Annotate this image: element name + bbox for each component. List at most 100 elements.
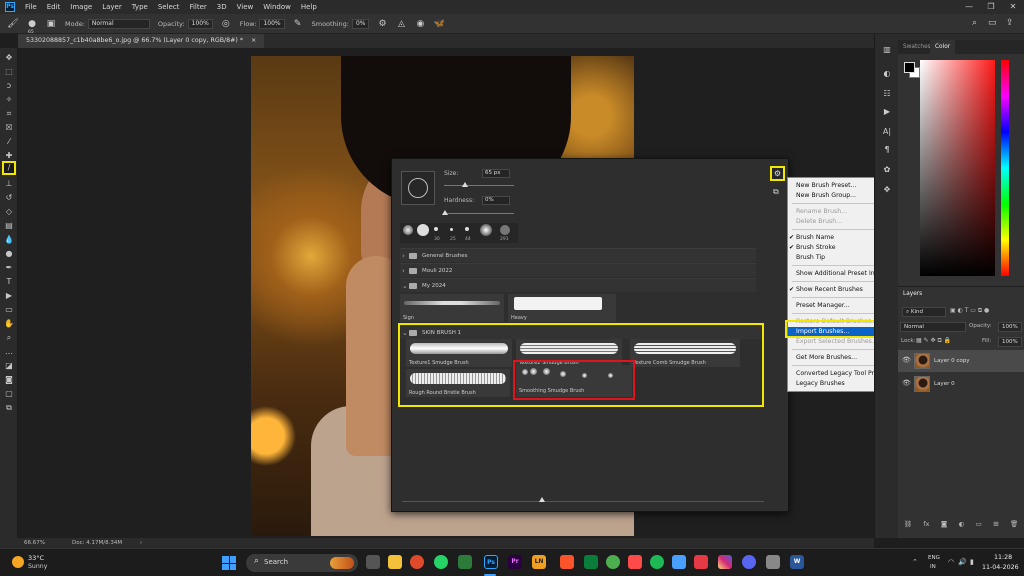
zoom-readout[interactable]: 66.67%: [24, 538, 45, 548]
maximize-button[interactable]: ❐: [980, 0, 1002, 14]
brush-tip-small[interactable]: [434, 227, 438, 231]
brush-tool-icon[interactable]: 🖌: [7, 18, 19, 30]
new-preset-icon[interactable]: ⧉: [773, 187, 779, 197]
size-slider-track[interactable]: [444, 185, 514, 186]
app-icon[interactable]: [766, 555, 780, 569]
menu-file[interactable]: File: [25, 3, 37, 11]
gradient-tool-icon[interactable]: ▤: [3, 220, 15, 232]
weather-description[interactable]: Sunny: [28, 563, 47, 570]
app-icon[interactable]: [458, 555, 472, 569]
photoshop-taskbar-icon[interactable]: Ps: [484, 555, 498, 569]
region-indicator[interactable]: IN: [930, 564, 936, 570]
app-icon[interactable]: [694, 555, 708, 569]
discord-icon[interactable]: [742, 555, 756, 569]
lasso-tool-icon[interactable]: ↄ: [3, 80, 15, 92]
adjustments-icon[interactable]: ◐: [881, 68, 893, 80]
minimize-button[interactable]: —: [958, 0, 980, 14]
pressure-size-icon[interactable]: ◉: [414, 18, 426, 30]
volume-icon[interactable]: 🔊: [958, 558, 967, 566]
link-layers-icon[interactable]: ⛓: [904, 520, 912, 532]
brush-tip-textured[interactable]: [500, 225, 510, 235]
frame-tool-icon[interactable]: ☒: [3, 122, 15, 134]
brush-tip-small[interactable]: [450, 228, 453, 231]
preview-size-slider-track[interactable]: [402, 501, 764, 502]
foreground-color-swatch[interactable]: [904, 62, 915, 73]
menu-edit[interactable]: Edit: [47, 3, 61, 11]
move-tool-icon[interactable]: ✥: [3, 52, 15, 64]
brush-tip-airbrush[interactable]: [480, 224, 492, 236]
airbrush-icon[interactable]: ✎: [292, 18, 304, 30]
flow-field[interactable]: 100%: [259, 18, 285, 29]
properties-icon[interactable]: ☷: [881, 88, 893, 100]
preview-size-slider-knob[interactable]: [539, 497, 545, 502]
brush-settings-icon[interactable]: ▣: [45, 18, 57, 30]
zoom-tool-icon[interactable]: ⌕: [3, 332, 15, 344]
clone-stamp-tool-icon[interactable]: ⊥: [3, 178, 15, 190]
windows-start-icon[interactable]: [222, 556, 236, 570]
menu-help[interactable]: Help: [301, 3, 317, 11]
brush-preset-heavy[interactable]: Heavy: [508, 294, 616, 322]
trash-icon[interactable]: 🗑: [1010, 520, 1018, 532]
search-icon[interactable]: ⌕: [972, 18, 977, 28]
document-tab[interactable]: 53302088857_c1b40a8be6_o.jpg @ 66.7% (La…: [18, 34, 265, 48]
tab-layers[interactable]: Layers: [898, 287, 928, 301]
clock-date[interactable]: 11-04-2026: [982, 564, 1019, 571]
size-slider-knob[interactable]: [462, 182, 468, 187]
new-group-icon[interactable]: ▭: [976, 520, 982, 532]
mode-select[interactable]: Normal: [87, 18, 150, 29]
workspace-icon[interactable]: ▭: [988, 18, 997, 28]
chevron-right-icon[interactable]: ›: [402, 264, 405, 278]
share-icon[interactable]: ⇪: [1006, 18, 1014, 28]
more-tools-icon[interactable]: …: [3, 346, 15, 358]
app-icon[interactable]: [584, 555, 598, 569]
symmetry-icon[interactable]: 🦋: [433, 18, 445, 30]
instagram-icon[interactable]: [718, 555, 732, 569]
language-indicator[interactable]: ENG: [928, 555, 940, 561]
smoothing-options-gear-icon[interactable]: ⚙: [376, 18, 388, 30]
app-ln-icon[interactable]: LN: [532, 555, 546, 569]
weather-temperature[interactable]: 33°C: [28, 554, 44, 562]
picker-settings-gear-icon[interactable]: ⚙: [770, 166, 785, 181]
status-menu-chevron-icon[interactable]: ›: [140, 538, 142, 548]
brush-tip-soft[interactable]: [403, 225, 413, 235]
clock-time[interactable]: 11:28: [994, 554, 1012, 561]
blend-mode-select[interactable]: Normal: [900, 322, 966, 332]
angle-icon[interactable]: ◬: [395, 18, 407, 30]
brushes-panel-icon[interactable]: ✿: [881, 164, 893, 176]
paragraph-icon[interactable]: ¶: [881, 144, 893, 156]
task-view-icon[interactable]: [366, 555, 380, 569]
visibility-eye-icon[interactable]: 👁: [902, 356, 911, 364]
menu-window[interactable]: Window: [263, 3, 291, 11]
histogram-icon[interactable]: ▥: [881, 44, 893, 56]
layer-row[interactable]: 👁 Layer 0: [898, 373, 1024, 395]
eyedropper-tool-icon[interactable]: ⁄: [3, 136, 15, 148]
foreground-background-icon[interactable]: ◪: [3, 360, 15, 372]
add-mask-icon[interactable]: ◙: [941, 520, 947, 532]
size-field[interactable]: 65 px: [482, 169, 510, 178]
layer-filter-kind-select[interactable]: ⌕ Kind: [902, 307, 946, 317]
brush-group-my2024[interactable]: ⌄ My 2024: [400, 278, 756, 292]
chevron-right-icon[interactable]: ›: [402, 249, 405, 263]
opacity-field[interactable]: 100%: [187, 18, 213, 29]
clone-source-icon[interactable]: ✥: [881, 184, 893, 196]
word-icon[interactable]: W: [790, 555, 804, 569]
hand-tool-icon[interactable]: ✋: [3, 318, 15, 330]
taskbar-search[interactable]: ⌕ Search: [246, 554, 358, 572]
adjustment-layer-icon[interactable]: ◐: [959, 520, 965, 532]
chevron-down-icon[interactable]: ⌄: [402, 279, 408, 293]
brush-tip-hard[interactable]: [417, 224, 429, 236]
hardness-slider-knob[interactable]: [442, 210, 448, 215]
dodge-tool-icon[interactable]: ●: [3, 248, 15, 260]
artboard-icon[interactable]: ⧉: [3, 402, 15, 414]
character-icon[interactable]: A|: [881, 126, 893, 138]
wifi-icon[interactable]: ◠: [948, 558, 954, 566]
brush-preset-picker-button[interactable]: ● 65: [26, 18, 38, 35]
layer-row[interactable]: 👁 Layer 0 copy: [898, 350, 1024, 372]
chrome-icon[interactable]: [410, 555, 424, 569]
marquee-tool-icon[interactable]: ⬚: [3, 66, 15, 78]
layer-opacity-field[interactable]: 100%: [998, 322, 1022, 332]
crop-tool-icon[interactable]: ⌗: [3, 108, 15, 120]
pen-tool-icon[interactable]: ✒: [3, 262, 15, 274]
quick-select-tool-icon[interactable]: ✧: [3, 94, 15, 106]
brush-angle-preview[interactable]: [401, 171, 435, 205]
